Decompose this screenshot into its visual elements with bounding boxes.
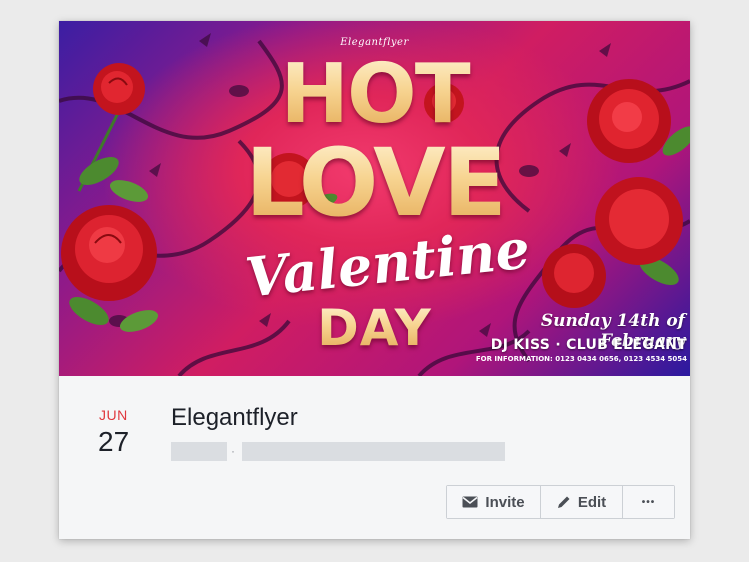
- more-icon: •••: [641, 496, 656, 508]
- invite-label: Invite: [485, 493, 525, 511]
- cover-info-line: FOR INFORMATION: 0123 0434 0656, 0123 45…: [475, 355, 687, 363]
- subtitle-placeholder-1: [171, 442, 227, 461]
- cover-headline-bottom: LOVE: [59, 129, 690, 238]
- subtitle-placeholder-2: [242, 442, 505, 461]
- action-button-group: Invite Edit •••: [446, 485, 675, 519]
- cover-dj-line: DJ KISS · CLUB ELEGANT: [490, 337, 687, 353]
- subtitle-separator: ·: [231, 444, 235, 458]
- pencil-icon: [557, 495, 571, 509]
- cover-image[interactable]: Elegantflyer HOT LOVE Valentine DAY Sund…: [59, 21, 690, 376]
- more-button[interactable]: •••: [623, 486, 674, 518]
- cover-headline-top: HOT: [59, 47, 690, 142]
- event-day: 27: [98, 426, 130, 457]
- edit-button[interactable]: Edit: [541, 486, 623, 518]
- event-month: JUN: [99, 407, 128, 423]
- invite-button[interactable]: Invite: [447, 486, 541, 518]
- event-card: Elegantflyer HOT LOVE Valentine DAY Sund…: [59, 21, 690, 539]
- event-details: JUN 27 Elegantflyer · Invite Edit •••: [59, 376, 690, 539]
- event-title[interactable]: Elegantflyer: [171, 404, 298, 432]
- edit-label: Edit: [577, 493, 607, 511]
- envelope-icon: [462, 496, 478, 508]
